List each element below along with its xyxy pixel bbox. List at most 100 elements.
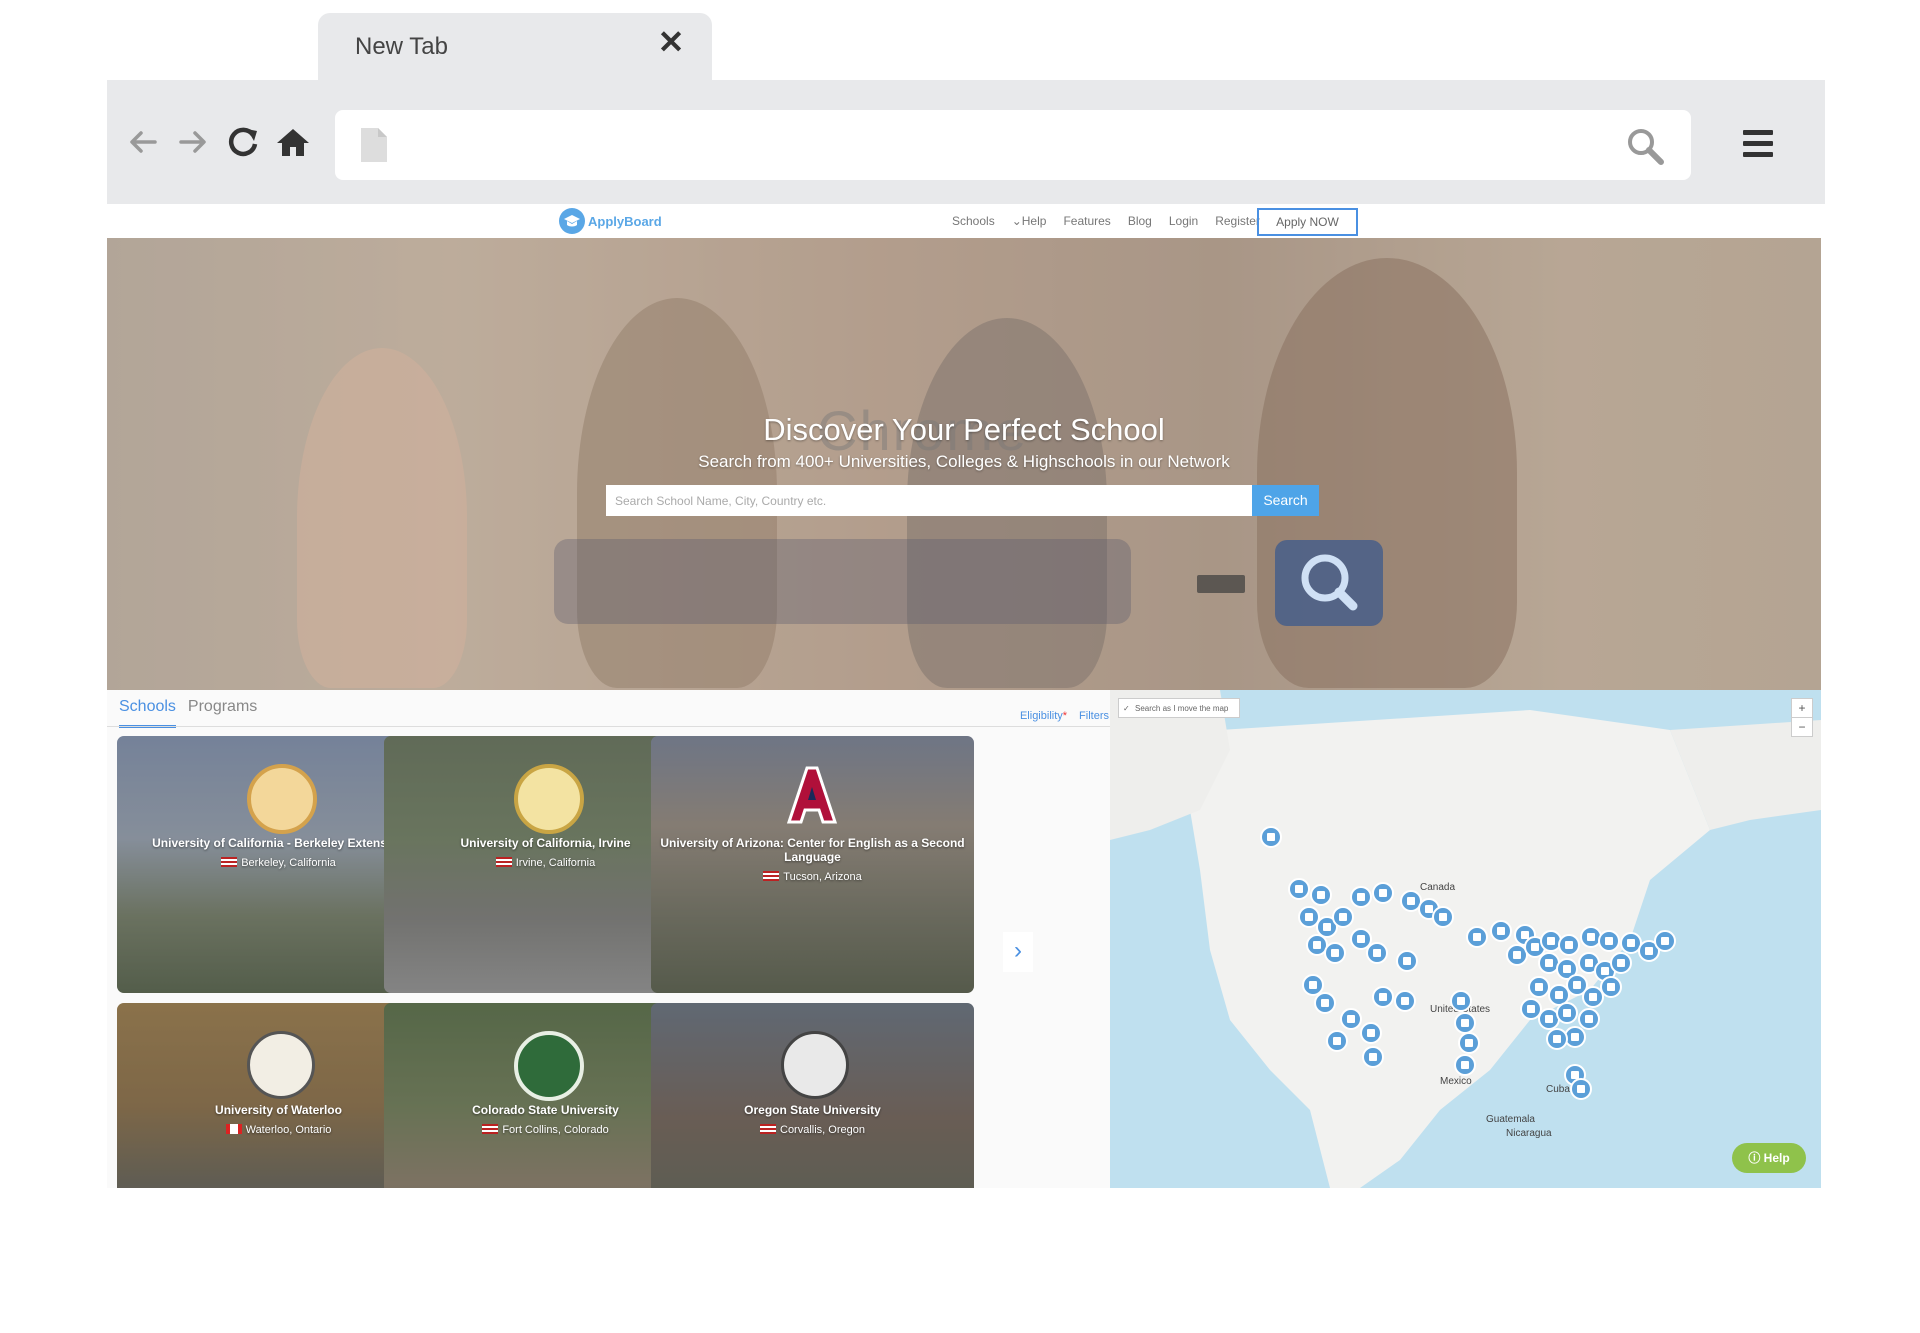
school-search-input[interactable] — [606, 485, 1252, 516]
school-pin[interactable] — [1332, 906, 1354, 928]
expand-map-chevron-icon[interactable]: › — [1003, 932, 1033, 972]
nav-schools[interactable]: Schools — [952, 212, 995, 230]
page-icon — [361, 128, 387, 167]
map-label-canada: Canada — [1420, 882, 1456, 893]
school-pin[interactable] — [1288, 878, 1310, 900]
apply-now-button[interactable]: Apply NOW — [1257, 208, 1358, 236]
school-pin[interactable] — [1260, 826, 1282, 848]
school-pin[interactable] — [1578, 1008, 1600, 1030]
school-pin[interactable] — [1558, 934, 1580, 956]
school-pin[interactable] — [1324, 942, 1346, 964]
school-pin[interactable] — [1326, 1030, 1348, 1052]
graduation-cap-icon — [559, 208, 585, 234]
location-text: Waterloo, Ontario — [245, 1124, 332, 1136]
forward-icon[interactable] — [173, 122, 213, 162]
school-pin[interactable] — [1396, 950, 1418, 972]
map-label-mexico: Mexico — [1440, 1076, 1472, 1087]
logo-text: ApplyBoard — [588, 213, 662, 229]
search-as-move-checkbox[interactable]: Search as I move the map — [1118, 698, 1240, 719]
map-label-guatemala: Guatemala — [1486, 1114, 1535, 1125]
map-label-cuba: Cuba — [1546, 1084, 1570, 1095]
uc-seal-logo — [247, 764, 317, 834]
search-button[interactable]: Search — [1252, 485, 1319, 516]
tab-programs[interactable]: Programs — [188, 698, 257, 728]
site-header: ApplyBoard Schools ⌄Help Features Blog L… — [107, 204, 1821, 239]
help-label: Help — [1763, 1151, 1790, 1165]
applyboard-logo[interactable]: ApplyBoard — [559, 208, 662, 234]
waterloo-seal-logo — [247, 1031, 315, 1099]
hero-banner: Chrome Discover Your Perfect School Sear… — [107, 238, 1821, 690]
school-pin[interactable] — [1432, 906, 1454, 928]
school-card[interactable]: Oregon State University Corvallis, Orego… — [651, 1003, 974, 1188]
school-pin[interactable] — [1556, 1002, 1578, 1024]
school-card[interactable]: University of Arizona: Center for Englis… — [651, 736, 974, 993]
school-pin[interactable] — [1654, 930, 1676, 952]
school-pin[interactable] — [1350, 886, 1372, 908]
results-tabs: Schools Programs — [119, 698, 257, 728]
zoom-in-button[interactable]: + — [1792, 699, 1812, 717]
home-icon[interactable] — [273, 122, 313, 162]
school-pin[interactable] — [1360, 1022, 1382, 1044]
school-pin[interactable] — [1450, 990, 1472, 1012]
school-name: University of Arizona: Center for Englis… — [660, 836, 965, 864]
menu-icon[interactable] — [1743, 130, 1773, 157]
zoom-out-button[interactable]: − — [1792, 717, 1812, 736]
ghost-search-box — [554, 539, 1131, 624]
school-pin[interactable] — [1546, 1028, 1568, 1050]
map-label-nicaragua: Nicaragua — [1506, 1128, 1552, 1139]
school-pin[interactable] — [1340, 1008, 1362, 1030]
school-location: Tucson, Arizona — [651, 871, 974, 883]
school-pin[interactable] — [1454, 1012, 1476, 1034]
nav-login[interactable]: Login — [1169, 212, 1198, 230]
arizona-a-logo — [781, 764, 843, 826]
nav-help-label: Help — [1021, 214, 1047, 228]
eligibility-label: Eligibility — [1019, 710, 1063, 722]
hero-subtitle: Search from 400+ Universities, Colleges … — [698, 452, 1230, 471]
results-panel: Schools Programs Eligibility* Filters Un… — [107, 690, 1123, 1188]
tab-title: New Tab — [355, 33, 448, 60]
school-pin[interactable] — [1570, 1078, 1592, 1100]
school-pin[interactable] — [1466, 926, 1488, 948]
nav-register[interactable]: Register — [1215, 212, 1260, 230]
school-pin[interactable] — [1362, 1046, 1384, 1068]
school-pin[interactable] — [1598, 930, 1620, 952]
back-icon[interactable] — [123, 122, 163, 162]
eligibility-link[interactable]: Eligibility* — [1020, 710, 1067, 722]
help-button[interactable]: ⓘ Help — [1732, 1143, 1806, 1173]
filter-links: Eligibility* Filters — [1020, 710, 1109, 722]
school-pin[interactable] — [1372, 882, 1394, 904]
reload-icon[interactable] — [223, 122, 263, 162]
school-pin[interactable] — [1366, 942, 1388, 964]
search-icon[interactable] — [1625, 126, 1665, 171]
filters-link[interactable]: Filters — [1079, 710, 1109, 722]
location-text: Tucson, Arizona — [783, 871, 862, 883]
zoom-control: + − — [1791, 698, 1813, 737]
chevron-down-icon: ⌄ — [1011, 214, 1022, 228]
us-flag-icon — [221, 857, 238, 867]
close-tab-icon[interactable]: ✕ — [656, 26, 686, 58]
school-pin[interactable] — [1458, 1032, 1480, 1054]
nav-blog[interactable]: Blog — [1128, 212, 1152, 230]
us-flag-icon — [763, 871, 780, 881]
address-bar[interactable] — [335, 110, 1691, 180]
school-pin[interactable] — [1600, 976, 1622, 998]
school-pin[interactable] — [1394, 990, 1416, 1012]
nav-help[interactable]: ⌄Help — [1012, 212, 1047, 230]
tab-schools[interactable]: Schools — [119, 698, 176, 728]
school-pin[interactable] — [1372, 986, 1394, 1008]
us-flag-icon — [495, 857, 512, 867]
nav-features[interactable]: Features — [1063, 212, 1110, 230]
school-pin[interactable] — [1310, 884, 1332, 906]
school-map[interactable]: Search as I move the map + − Canada Unit… — [1110, 690, 1821, 1188]
location-text: Berkeley, California — [241, 857, 336, 869]
location-text: Irvine, California — [515, 857, 596, 869]
school-name: Oregon State University — [744, 1103, 881, 1117]
school-pin[interactable] — [1314, 992, 1336, 1014]
school-pin[interactable] — [1610, 952, 1632, 974]
school-pin[interactable] — [1454, 1054, 1476, 1076]
browser-tab[interactable]: New Tab ✕ — [318, 13, 712, 85]
school-pin[interactable] — [1528, 976, 1550, 998]
school-pin[interactable] — [1490, 920, 1512, 942]
browser-toolbar — [107, 80, 1825, 204]
canada-flag-icon — [225, 1124, 242, 1134]
